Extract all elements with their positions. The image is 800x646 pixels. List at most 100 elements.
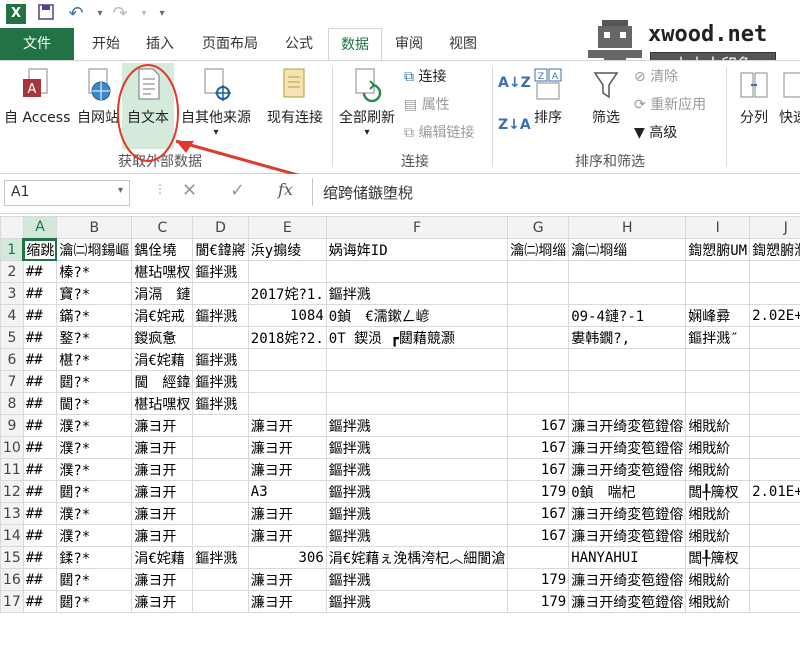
cell-i2[interactable] (685, 260, 751, 283)
cell-a7[interactable]: ## (22, 370, 58, 393)
cell-e1[interactable]: 浜у搧绫 (247, 238, 327, 261)
cell-i17[interactable]: 缃戝紒 (685, 590, 751, 613)
cell-g13[interactable]: 167 (507, 502, 570, 525)
cell-h15[interactable]: HANYAHUI (568, 546, 687, 569)
cell-d11[interactable] (192, 458, 249, 481)
cell-e8[interactable] (247, 392, 327, 415)
insert-function-button[interactable]: fx (278, 180, 293, 199)
cell-e13[interactable]: 濂ヨ开 (247, 502, 327, 525)
cell-f4[interactable]: 0鍞 €濡鏉ㄥ嵃 (325, 304, 509, 327)
cell-j6[interactable] (749, 348, 800, 371)
row-header[interactable]: 11 (0, 458, 24, 481)
row-header[interactable]: 2 (0, 260, 24, 283)
cell-e10[interactable]: 濂ヨ开 (247, 436, 327, 459)
cell-j4[interactable]: 2.02E+15 (749, 304, 800, 327)
row-header[interactable]: 5 (0, 326, 24, 349)
cell-e15[interactable]: 306 (247, 546, 327, 569)
cell-b13[interactable]: 濮?* (56, 502, 133, 525)
row-header[interactable]: 13 (0, 502, 24, 525)
cell-j17[interactable] (749, 590, 800, 613)
cell-f1[interactable]: 娲诲姩ID (325, 238, 509, 261)
cell-j13[interactable] (749, 502, 800, 525)
cell-g5[interactable] (507, 326, 570, 349)
cell-h14[interactable]: 濂ヨ开绮変笣鐙傛 (568, 524, 687, 547)
cell-i3[interactable] (685, 282, 751, 305)
cell-c8[interactable]: 椹玷嘿杈 (131, 392, 194, 415)
cell-a9[interactable]: ## (22, 414, 58, 437)
cell-g2[interactable] (507, 260, 570, 283)
cell-h10[interactable]: 濂ヨ开绮変笣鐙傛 (568, 436, 687, 459)
cell-b6[interactable]: 椹?* (56, 348, 133, 371)
cell-h4[interactable]: 09-4鏈?-1 (568, 304, 687, 327)
cell-j12[interactable]: 2.01E+15 (749, 480, 800, 503)
cell-e5[interactable]: 2018姹?2. (247, 326, 327, 349)
row-header[interactable]: 16 (0, 568, 24, 591)
cell-a8[interactable]: ## (22, 392, 58, 415)
customize-qa-icon[interactable]: ▾ (152, 4, 172, 24)
cell-b15[interactable]: 鍒?* (56, 546, 133, 569)
row-header[interactable]: 12 (0, 480, 24, 503)
cell-d13[interactable] (192, 502, 249, 525)
cell-i1[interactable]: 鍧愬腑UM (685, 238, 751, 261)
save-icon[interactable] (36, 4, 56, 24)
column-header-g[interactable]: G (507, 216, 570, 239)
cell-a1[interactable]: 缩跳 (22, 238, 58, 261)
cell-h9[interactable]: 濂ヨ开绮変笣鐙傛 (568, 414, 687, 437)
cell-b14[interactable]: 濮?* (56, 524, 133, 547)
cell-j3[interactable] (749, 282, 800, 305)
cell-e12[interactable]: A3 (247, 480, 327, 503)
cell-c13[interactable]: 濂ヨ开 (131, 502, 194, 525)
cell-i9[interactable]: 缃戝紒 (685, 414, 751, 437)
tab-insert[interactable]: 插入 (136, 28, 184, 60)
cell-b11[interactable]: 濮?* (56, 458, 133, 481)
cell-a15[interactable]: ## (22, 546, 58, 569)
column-header-a[interactable]: A (22, 216, 58, 240)
cell-j9[interactable] (749, 414, 800, 437)
cell-a11[interactable]: ## (22, 458, 58, 481)
cell-g4[interactable] (507, 304, 570, 327)
cell-h16[interactable]: 濂ヨ开绮変笣鐙傛 (568, 568, 687, 591)
cell-f5[interactable]: 0T 鍥涢 ┏閮藉競灏 (325, 326, 509, 349)
cell-h8[interactable] (568, 392, 687, 415)
cell-h12[interactable]: 0鍞 喘杞 (568, 480, 687, 503)
cell-g16[interactable]: 179 (507, 568, 570, 591)
row-header[interactable]: 17 (0, 590, 24, 613)
cell-h1[interactable]: 瀹㈡埛缁 (568, 238, 687, 261)
cell-e3[interactable]: 2017姹?1. (247, 282, 327, 305)
tab-home[interactable]: 开始 (82, 28, 130, 60)
row-header[interactable]: 7 (0, 370, 24, 393)
cell-h5[interactable]: 婁韩鐗?, (568, 326, 687, 349)
cell-h2[interactable] (568, 260, 687, 283)
cell-f8[interactable] (325, 392, 509, 415)
cell-f15[interactable]: 涓€姹藉ぇ浼楀洿杞︿細閬滄 (325, 546, 509, 569)
name-box[interactable]: A1 ▾ (4, 180, 130, 206)
chevron-down-icon[interactable]: ▾ (118, 185, 123, 196)
cell-c6[interactable]: 涓€姹藉 (131, 348, 194, 371)
row-header[interactable]: 6 (0, 348, 24, 371)
cell-c11[interactable]: 濂ヨ开 (131, 458, 194, 481)
cell-b8[interactable]: 閫?* (56, 392, 133, 415)
tab-view[interactable]: 视图 (440, 28, 486, 60)
cell-h17[interactable]: 濂ヨ开绮変笣鐙傛 (568, 590, 687, 613)
cell-a14[interactable]: ## (22, 524, 58, 547)
cell-j11[interactable] (749, 458, 800, 481)
cell-d10[interactable] (192, 436, 249, 459)
cell-i11[interactable]: 缃戝紒 (685, 458, 751, 481)
cell-e14[interactable]: 濂ヨ开 (247, 524, 327, 547)
cell-i5[interactable]: 鏂拌溅″ (685, 326, 751, 349)
tab-page-layout[interactable]: 页面布局 (192, 28, 268, 60)
cell-j10[interactable] (749, 436, 800, 459)
cell-a6[interactable]: ## (22, 348, 58, 371)
cell-c17[interactable]: 濂ヨ开 (131, 590, 194, 613)
tab-file[interactable]: 文件 (0, 28, 74, 60)
column-header-i[interactable]: I (685, 216, 751, 239)
cell-e9[interactable]: 濂ヨ开 (247, 414, 327, 437)
cell-g15[interactable] (507, 546, 570, 569)
worksheet-grid[interactable]: ABCDEFGHIJ 1 缩跳 瀹㈡埛鍚嶇 鍝佺墝 閬€鍏嶈 浜у搧绫 娲诲姩ID 瀹㈡埛缁瀹… (0, 216, 800, 646)
cell-h7[interactable] (568, 370, 687, 393)
cell-j1[interactable]: 鍧愬腑濮 (749, 238, 800, 261)
cell-g7[interactable] (507, 370, 570, 393)
undo-dropdown-icon[interactable]: ▾ (90, 4, 110, 24)
cell-i10[interactable]: 缃戝紒 (685, 436, 751, 459)
cell-e4[interactable]: 1084 (247, 304, 327, 327)
